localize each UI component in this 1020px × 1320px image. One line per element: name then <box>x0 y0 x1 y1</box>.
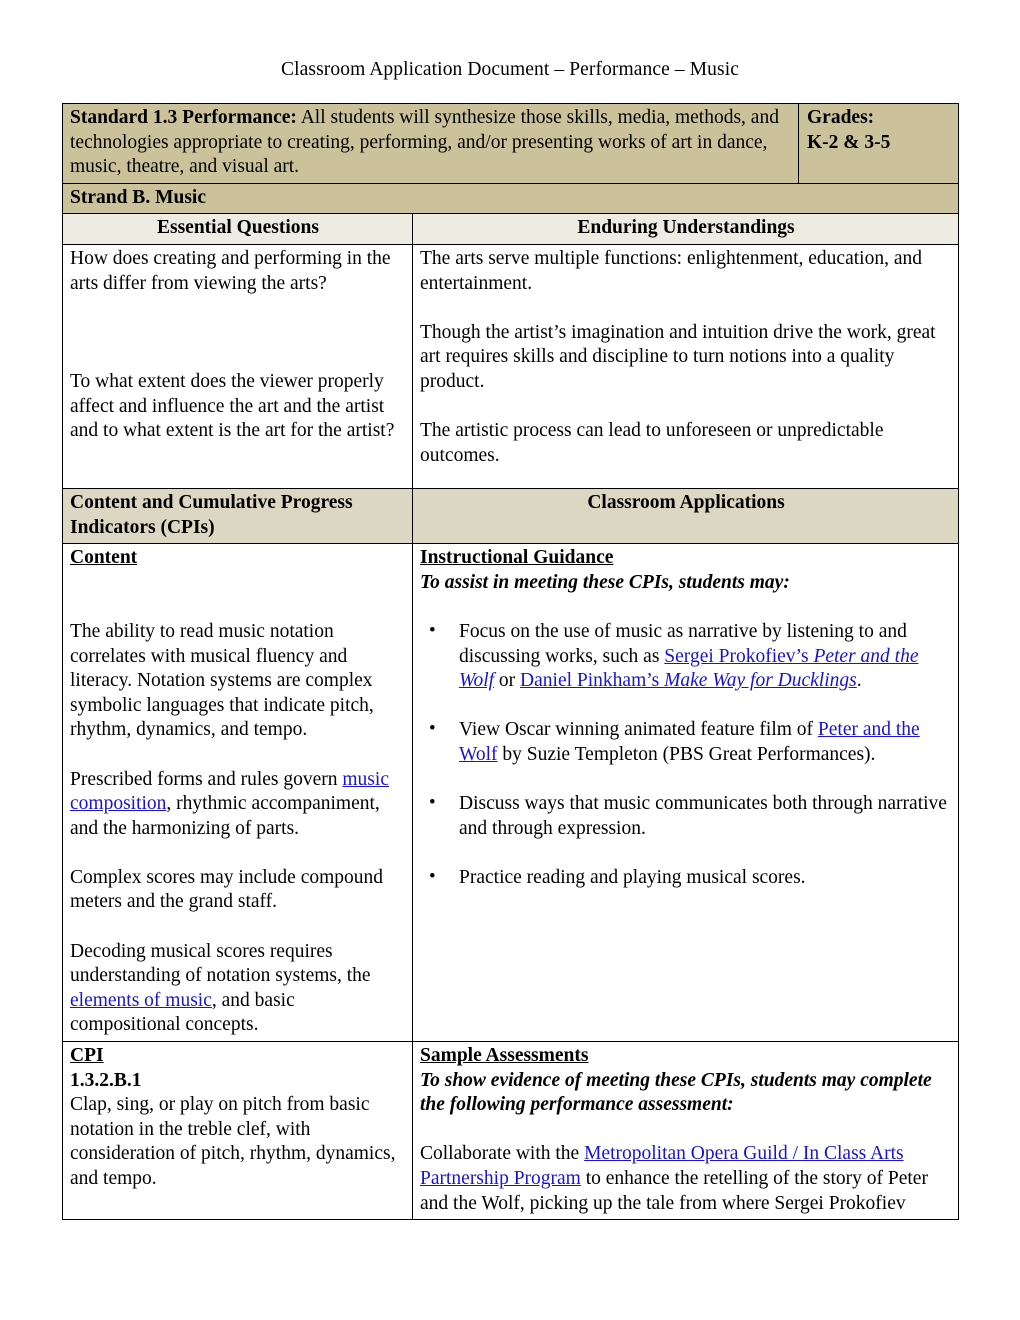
content-paragraph-3: Complex scores may include compound mete… <box>70 866 384 913</box>
content-paragraph-2: Prescribed forms and rules govern music … <box>70 768 406 842</box>
list-item: Focus on the use of music as narrative b… <box>420 619 952 694</box>
classroom-applications-cell: Instructional Guidance To assist in meet… <box>411 543 960 1043</box>
essential-questions-cell: How does creating and performing in the … <box>62 243 413 489</box>
standard-label: Standard 1.3 Performance: <box>70 107 297 128</box>
cpi-code: 1.3.2.B.1 <box>70 1069 142 1091</box>
enduring-understanding-1: The arts serve multiple functions: enlig… <box>420 247 922 294</box>
cpi-assessments-row: CPI 1.3.2.B.1 Clap, sing, or play on pit… <box>62 1041 960 1221</box>
column-header-essential-questions: Essential Questions <box>62 213 413 245</box>
content-p2-before: Prescribed forms and rules govern <box>70 768 343 790</box>
standard-row: Standard 1.3 Performance: All students w… <box>61 103 960 184</box>
content-applications-header-row: Content and Cumulative Progress Indicato… <box>62 487 960 545</box>
enduring-understanding-2: Though the artist’s imagination and intu… <box>420 321 936 392</box>
column-header-content-cpi: Content and Cumulative Progress Indicato… <box>62 487 413 545</box>
list-item: Discuss ways that music communicates bot… <box>420 791 952 841</box>
document-page: Classroom Application Document – Perform… <box>0 0 1020 1320</box>
essential-question-2: To what extent does the viewer properly … <box>70 370 395 442</box>
sample-assessments-cell: Sample Assessments To show evidence of m… <box>411 1041 960 1221</box>
strand-cell: Strand B. Music <box>61 182 960 215</box>
grades-cell: Grades: K-2 & 3-5 <box>798 104 964 183</box>
pinkham-link[interactable]: Daniel Pinkham’s <box>520 670 664 691</box>
page-title: Classroom Application Document – Perform… <box>281 59 739 80</box>
content-heading: Content <box>70 547 138 569</box>
list-item: View Oscar winning animated feature film… <box>420 717 952 767</box>
classroom-application-table: Standard 1.3 Performance: All students w… <box>61 103 960 1221</box>
elements-of-music-link[interactable]: elements of music <box>70 990 212 1011</box>
sample-assessments-subheading: To show evidence of meeting these CPIs, … <box>420 1069 932 1116</box>
bullet-3-text: Discuss ways that music communicates bot… <box>459 793 947 839</box>
standard-cell: Standard 1.3 Performance: All students w… <box>61 103 960 184</box>
enduring-understandings-cell: The arts serve multiple functions: enlig… <box>411 243 960 489</box>
sample-assessments-heading: Sample Assessments <box>420 1045 589 1067</box>
content-p4-before: Decoding musical scores requires underst… <box>70 940 371 987</box>
eq-eu-body-row: How does creating and performing in the … <box>62 243 960 489</box>
cpi-text: Clap, sing, or play on pitch from basic … <box>70 1094 396 1189</box>
enduring-understanding-3: The artistic process can lead to unfores… <box>420 420 884 466</box>
column-header-enduring-understandings: Enduring Understandings <box>411 213 960 245</box>
bullet-2-before: View Oscar winning animated feature film… <box>459 719 818 741</box>
content-paragraph-1: The ability to read music notation corre… <box>70 620 374 741</box>
content-paragraph-4: Decoding musical scores requires underst… <box>70 940 406 1038</box>
pinkham-link-title[interactable]: Make Way for Ducklings <box>664 670 857 691</box>
strand-row: Strand B. Music <box>61 182 960 215</box>
instructional-guidance-heading: Instructional Guidance <box>420 547 614 569</box>
instructional-guidance-bullets: Focus on the use of music as narrative b… <box>420 619 952 891</box>
prokofiev-link[interactable]: Sergei Prokofiev’s <box>664 646 813 667</box>
eq-eu-header-row: Essential Questions Enduring Understandi… <box>62 213 960 245</box>
list-item: Practice reading and playing musical sco… <box>420 865 952 891</box>
essential-question-1: How does creating and performing in the … <box>70 247 391 294</box>
bullet-1-mid: or <box>494 670 521 692</box>
column-header-classroom-applications: Classroom Applications <box>411 487 960 545</box>
cpi-heading: CPI <box>70 1045 104 1067</box>
sample-assessments-body: Collaborate with the Metropolitan Opera … <box>420 1142 952 1216</box>
bullet-1-after: . <box>856 670 862 692</box>
content-applications-body-row: Content The ability to read music notati… <box>62 543 960 1043</box>
assessment-before: Collaborate with the <box>420 1143 585 1165</box>
grades-label: Grades: <box>807 107 875 128</box>
grades-value: K-2 & 3-5 <box>807 131 891 153</box>
cpi-cell: CPI 1.3.2.B.1 Clap, sing, or play on pit… <box>62 1041 413 1221</box>
instructional-guidance-subheading: To assist in meeting these CPIs, student… <box>420 571 790 593</box>
bullet-4-text: Practice reading and playing musical sco… <box>459 866 806 888</box>
bullet-2-after: by Suzie Templeton (PBS Great Performanc… <box>497 743 876 765</box>
content-cell: Content The ability to read music notati… <box>62 543 413 1043</box>
